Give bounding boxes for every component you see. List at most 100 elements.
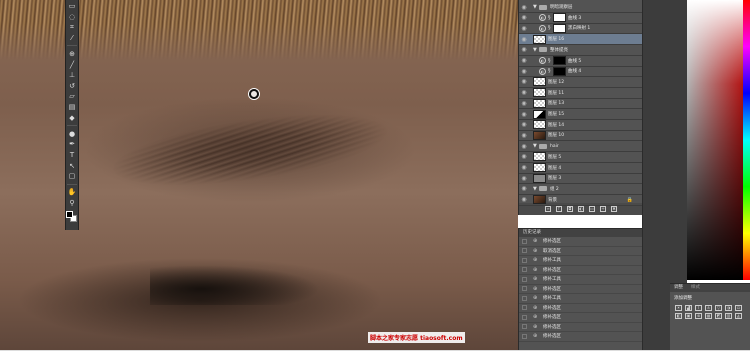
pen-icon[interactable]: ✒ (67, 140, 77, 149)
history-state[interactable]: ⊕ 取消选区 (519, 247, 642, 256)
history-state[interactable]: ⊕ 修补选区 (519, 323, 642, 332)
layer-row[interactable]: ◉ 图层 13 (519, 98, 643, 110)
visibility-eye-icon[interactable]: ◉ (519, 132, 529, 139)
levels-icon[interactable]: ▟ (685, 305, 692, 311)
layer-row[interactable]: ◉ 图层 12 (519, 77, 643, 88)
history-state[interactable]: ⊕ 修补选区 (519, 304, 642, 313)
history-state[interactable]: ⊕ 修补选区 (519, 285, 642, 294)
invert-icon[interactable]: ◩ (715, 313, 722, 319)
layer-row[interactable]: ◉ 图层 16 (519, 34, 643, 46)
visibility-eye-icon[interactable]: ◉ (519, 68, 529, 75)
history-state[interactable]: ⊕ 修补工具 (519, 256, 642, 266)
chain-link-icon[interactable]: § (548, 58, 552, 64)
visibility-eye-icon[interactable]: ◉ (519, 153, 529, 160)
history-state[interactable]: ⊕ 修补选区 (519, 313, 642, 323)
history-snapshot-checkbox[interactable] (522, 314, 527, 320)
history-snapshot-checkbox[interactable] (522, 238, 527, 244)
layer-row[interactable]: ◉ 图层 3 (519, 173, 643, 185)
history-snapshot-checkbox[interactable] (522, 248, 527, 254)
visibility-eye-icon[interactable]: ◉ (519, 14, 529, 21)
history-state[interactable]: ⊕ 修补工具 (519, 294, 642, 304)
history-state[interactable]: ⊕ 修补工具 (519, 275, 642, 285)
chain-link-icon[interactable]: § (548, 25, 552, 31)
type-icon[interactable]: T (67, 151, 77, 160)
visibility-eye-icon[interactable]: ◉ (519, 46, 529, 53)
color-swatches[interactable] (66, 211, 78, 223)
trash-icon[interactable]: ✖ (611, 206, 617, 212)
vibrance-icon[interactable]: ▽ (715, 305, 722, 311)
layer-row[interactable]: ◉ ◐ § 曲线 3 (519, 13, 643, 24)
visibility-eye-icon[interactable]: ◉ (519, 36, 529, 43)
dodge-icon[interactable]: ● (67, 130, 77, 139)
threshold-icon[interactable]: ◭ (735, 313, 742, 319)
layer-row[interactable]: ◉ 图层 14 (519, 120, 643, 131)
history-snapshot-checkbox[interactable] (522, 305, 527, 311)
tab-styles[interactable]: 样式 (687, 284, 704, 292)
hue-slider[interactable] (743, 0, 750, 280)
history-snapshot-checkbox[interactable] (522, 333, 527, 339)
curves-icon[interactable]: ⌇ (695, 305, 702, 311)
hand-icon[interactable]: ✋ (67, 188, 77, 197)
visibility-eye-icon[interactable]: ◉ (519, 25, 529, 32)
visibility-eye-icon[interactable]: ◉ (519, 121, 529, 128)
layer-row[interactable]: ◉ 图层 4 (519, 163, 643, 174)
visibility-eye-icon[interactable]: ◉ (519, 89, 529, 96)
layer-row[interactable]: ◉ ◐ § 曲线 4 (519, 66, 643, 78)
history-snapshot-checkbox[interactable] (522, 257, 527, 263)
history-state[interactable]: ⊕ 修补选区 (519, 237, 642, 247)
marquee-icon[interactable]: ▭ (67, 2, 77, 11)
spot-healing-icon[interactable]: ⊕ (67, 50, 77, 59)
layer-row[interactable]: ◉ 图层 10 (519, 130, 643, 142)
path-select-icon[interactable]: ↖ (67, 162, 77, 171)
layer-group-row[interactable]: ◉ ▼ 明暗观察层 (519, 2, 643, 13)
visibility-eye-icon[interactable]: ◉ (519, 4, 529, 11)
layer-group-row[interactable]: ◉ ▼ 整体提亮 (519, 45, 643, 56)
zoom-icon[interactable]: ⚲ (67, 199, 77, 208)
color-picker-field[interactable] (687, 0, 750, 280)
layer-row[interactable]: ◉ ◐ § 曲线 5 (519, 56, 643, 67)
visibility-eye-icon[interactable]: ◉ (519, 78, 529, 85)
visibility-eye-icon[interactable]: ◉ (519, 143, 529, 150)
lasso-icon[interactable]: ◌ (67, 13, 77, 22)
visibility-eye-icon[interactable]: ◉ (519, 175, 529, 182)
posterize-icon[interactable]: ▥ (725, 313, 732, 319)
new-layer-icon[interactable]: + (600, 206, 606, 212)
layer-group-row[interactable]: ◉ ▼ hair (519, 141, 643, 153)
history-snapshot-checkbox[interactable] (522, 286, 527, 292)
group-icon[interactable]: ▭ (589, 206, 595, 212)
chain-link-icon[interactable]: § (548, 15, 552, 21)
history-snapshot-checkbox[interactable] (522, 267, 527, 273)
tab-adjustments[interactable]: 调整 (670, 284, 687, 292)
exposure-icon[interactable]: ± (705, 305, 712, 311)
eraser-icon[interactable]: ▱ (67, 92, 77, 101)
crop-icon[interactable]: ⌗ (67, 23, 77, 32)
visibility-eye-icon[interactable]: ◉ (519, 196, 529, 203)
foreground-color-swatch[interactable] (66, 211, 73, 219)
chain-link-icon[interactable]: § (548, 68, 552, 74)
visibility-eye-icon[interactable]: ◉ (519, 185, 529, 192)
history-tab[interactable]: 历史记录 (519, 229, 642, 237)
color-balance-icon[interactable]: ⚖ (735, 305, 742, 311)
eyedropper-icon[interactable]: ⁄ (67, 34, 77, 43)
fx-icon[interactable]: f (556, 206, 562, 212)
visibility-eye-icon[interactable]: ◉ (519, 100, 529, 107)
brush-icon[interactable]: ╱ (67, 61, 77, 70)
layer-row[interactable]: ◉ 图层 11 (519, 88, 643, 99)
blur-icon[interactable]: ◆ (67, 114, 77, 123)
layer-row[interactable]: ◉ 图层 5 (519, 152, 643, 163)
history-snapshot-checkbox[interactable] (522, 324, 527, 330)
layer-row[interactable]: ◉ 背景 🔒 (519, 195, 643, 206)
history-state[interactable]: ⊕ 修补选区 (519, 332, 642, 342)
layer-group-row[interactable]: ◉ ▼ 组 2 (519, 184, 643, 195)
layer-row[interactable]: ◉ ◐ § 黑白映射 1 (519, 23, 643, 35)
mask-icon[interactable]: ◘ (567, 206, 573, 212)
bw-icon[interactable]: ◧ (675, 313, 682, 319)
lookup-icon[interactable]: ▦ (705, 313, 712, 319)
visibility-eye-icon[interactable]: ◉ (519, 57, 529, 64)
visibility-eye-icon[interactable]: ◉ (519, 164, 529, 171)
brightness-icon[interactable]: ☀ (675, 305, 682, 311)
rectangle-icon[interactable]: ▢ (67, 172, 77, 181)
channel-mixer-icon[interactable]: ⊗ (695, 313, 702, 319)
history-brush-icon[interactable]: ↺ (67, 82, 77, 91)
gradient-icon[interactable]: ▤ (67, 103, 77, 112)
